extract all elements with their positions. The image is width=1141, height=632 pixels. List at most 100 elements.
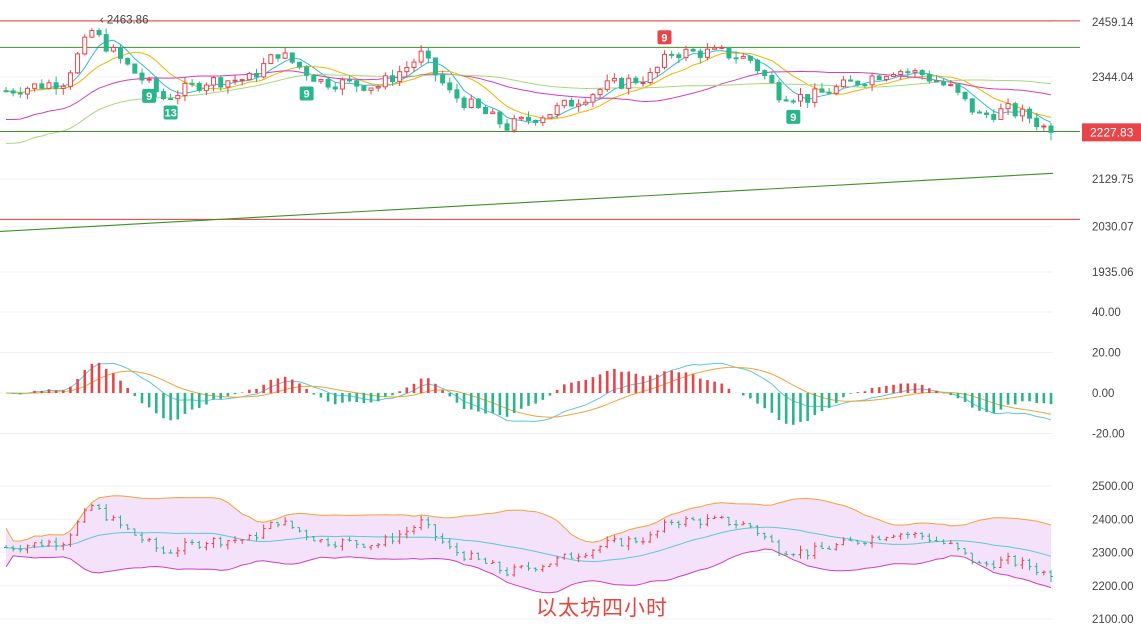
candle-body	[1034, 117, 1040, 128]
candle-body	[368, 87, 374, 91]
candle-body	[225, 80, 231, 88]
macd-tick-label: 20.00	[1092, 348, 1121, 360]
candle-body	[475, 98, 481, 108]
candle-body	[955, 84, 961, 93]
candle-body	[1012, 103, 1018, 117]
candle-body	[146, 78, 152, 81]
candle-body	[976, 111, 982, 114]
candle-body	[676, 54, 682, 59]
candle-body	[740, 55, 746, 59]
candle-body	[797, 93, 803, 102]
candle-body	[862, 84, 868, 87]
candle-body	[24, 87, 30, 95]
candle-body	[898, 71, 904, 75]
candle-body	[318, 79, 324, 82]
candle-body	[611, 77, 617, 82]
candle-body	[533, 119, 539, 124]
candle-body	[905, 71, 911, 74]
candle-body	[1041, 125, 1047, 128]
candle-body	[883, 75, 889, 81]
candle-body	[654, 66, 660, 74]
candle-body	[704, 48, 710, 58]
candle-body	[490, 111, 496, 115]
candle-body	[1005, 103, 1011, 110]
candle-body	[597, 88, 603, 96]
candle-body	[160, 91, 166, 100]
candle-body	[118, 46, 124, 59]
candle-body	[432, 57, 438, 76]
candle-body	[39, 83, 45, 89]
candle-body	[840, 79, 846, 88]
price-tick-label: 2459.14	[1092, 17, 1134, 29]
candle-body	[504, 123, 510, 131]
candle-body	[390, 75, 396, 83]
candle-body	[10, 90, 16, 94]
candle-body	[347, 79, 353, 82]
candle-body	[332, 86, 338, 90]
candle-body	[218, 77, 224, 88]
td-marker-label: 9	[790, 112, 796, 124]
candle-body	[998, 108, 1004, 120]
price-tick-label: 2344.04	[1092, 72, 1134, 84]
candle-body	[497, 111, 503, 125]
candle-body	[747, 55, 753, 61]
candle-body	[604, 80, 610, 90]
candle-body	[261, 63, 267, 78]
candle-body	[1027, 108, 1033, 119]
macd-tick-label: 40.00	[1092, 307, 1121, 319]
candle-body	[576, 103, 582, 107]
boll-tick-label: 2500.00	[1092, 481, 1134, 493]
candle-body	[397, 71, 403, 83]
candle-body	[110, 46, 116, 52]
candle-body	[268, 54, 274, 65]
candle-body	[89, 30, 95, 38]
candle-body	[311, 74, 317, 82]
candle-body	[540, 117, 546, 124]
candle-body	[125, 57, 131, 65]
candle-body	[17, 92, 23, 95]
horizontal-levels	[0, 20, 1080, 233]
candle-body	[869, 75, 875, 86]
candle-body	[919, 70, 925, 76]
candle-body	[211, 77, 217, 86]
candle-body	[790, 100, 796, 103]
candle-body	[855, 80, 861, 86]
candle-body	[196, 82, 202, 91]
candle-body	[969, 98, 975, 113]
candle-body	[783, 99, 789, 102]
candle-body	[833, 86, 839, 94]
candle-body	[325, 79, 331, 88]
candle-body	[962, 91, 968, 100]
candle-body	[275, 54, 281, 59]
price-candles	[3, 28, 1054, 141]
candle-body	[361, 85, 367, 91]
candle-body	[404, 66, 410, 73]
candle-body	[75, 53, 81, 74]
candle-body	[447, 82, 453, 91]
candle-body	[933, 80, 939, 83]
candle-body	[762, 70, 768, 77]
candle-body	[440, 74, 446, 84]
candle-body	[67, 72, 73, 87]
candle-body	[354, 80, 360, 87]
candle-body	[418, 50, 424, 63]
candle-body	[526, 116, 531, 121]
candle-body	[719, 46, 725, 49]
td-marker-label: 13	[164, 108, 176, 120]
td-marker-label: 9	[661, 32, 667, 44]
candle-body	[203, 84, 209, 91]
candle-body	[304, 66, 310, 76]
candle-body	[289, 52, 295, 63]
candle-body	[132, 63, 138, 74]
candle-body	[339, 79, 345, 90]
candle-body	[697, 50, 703, 58]
candle-body	[282, 52, 288, 59]
candle-body	[640, 82, 646, 85]
candle-body	[168, 98, 174, 101]
candle-body	[246, 73, 252, 81]
chart-caption: 以太坊四小时	[536, 596, 668, 620]
macd-tick-label: 0.00	[1092, 388, 1114, 400]
candle-body	[876, 75, 882, 81]
candle-body	[3, 90, 9, 93]
ma-line-long	[5, 73, 1052, 144]
